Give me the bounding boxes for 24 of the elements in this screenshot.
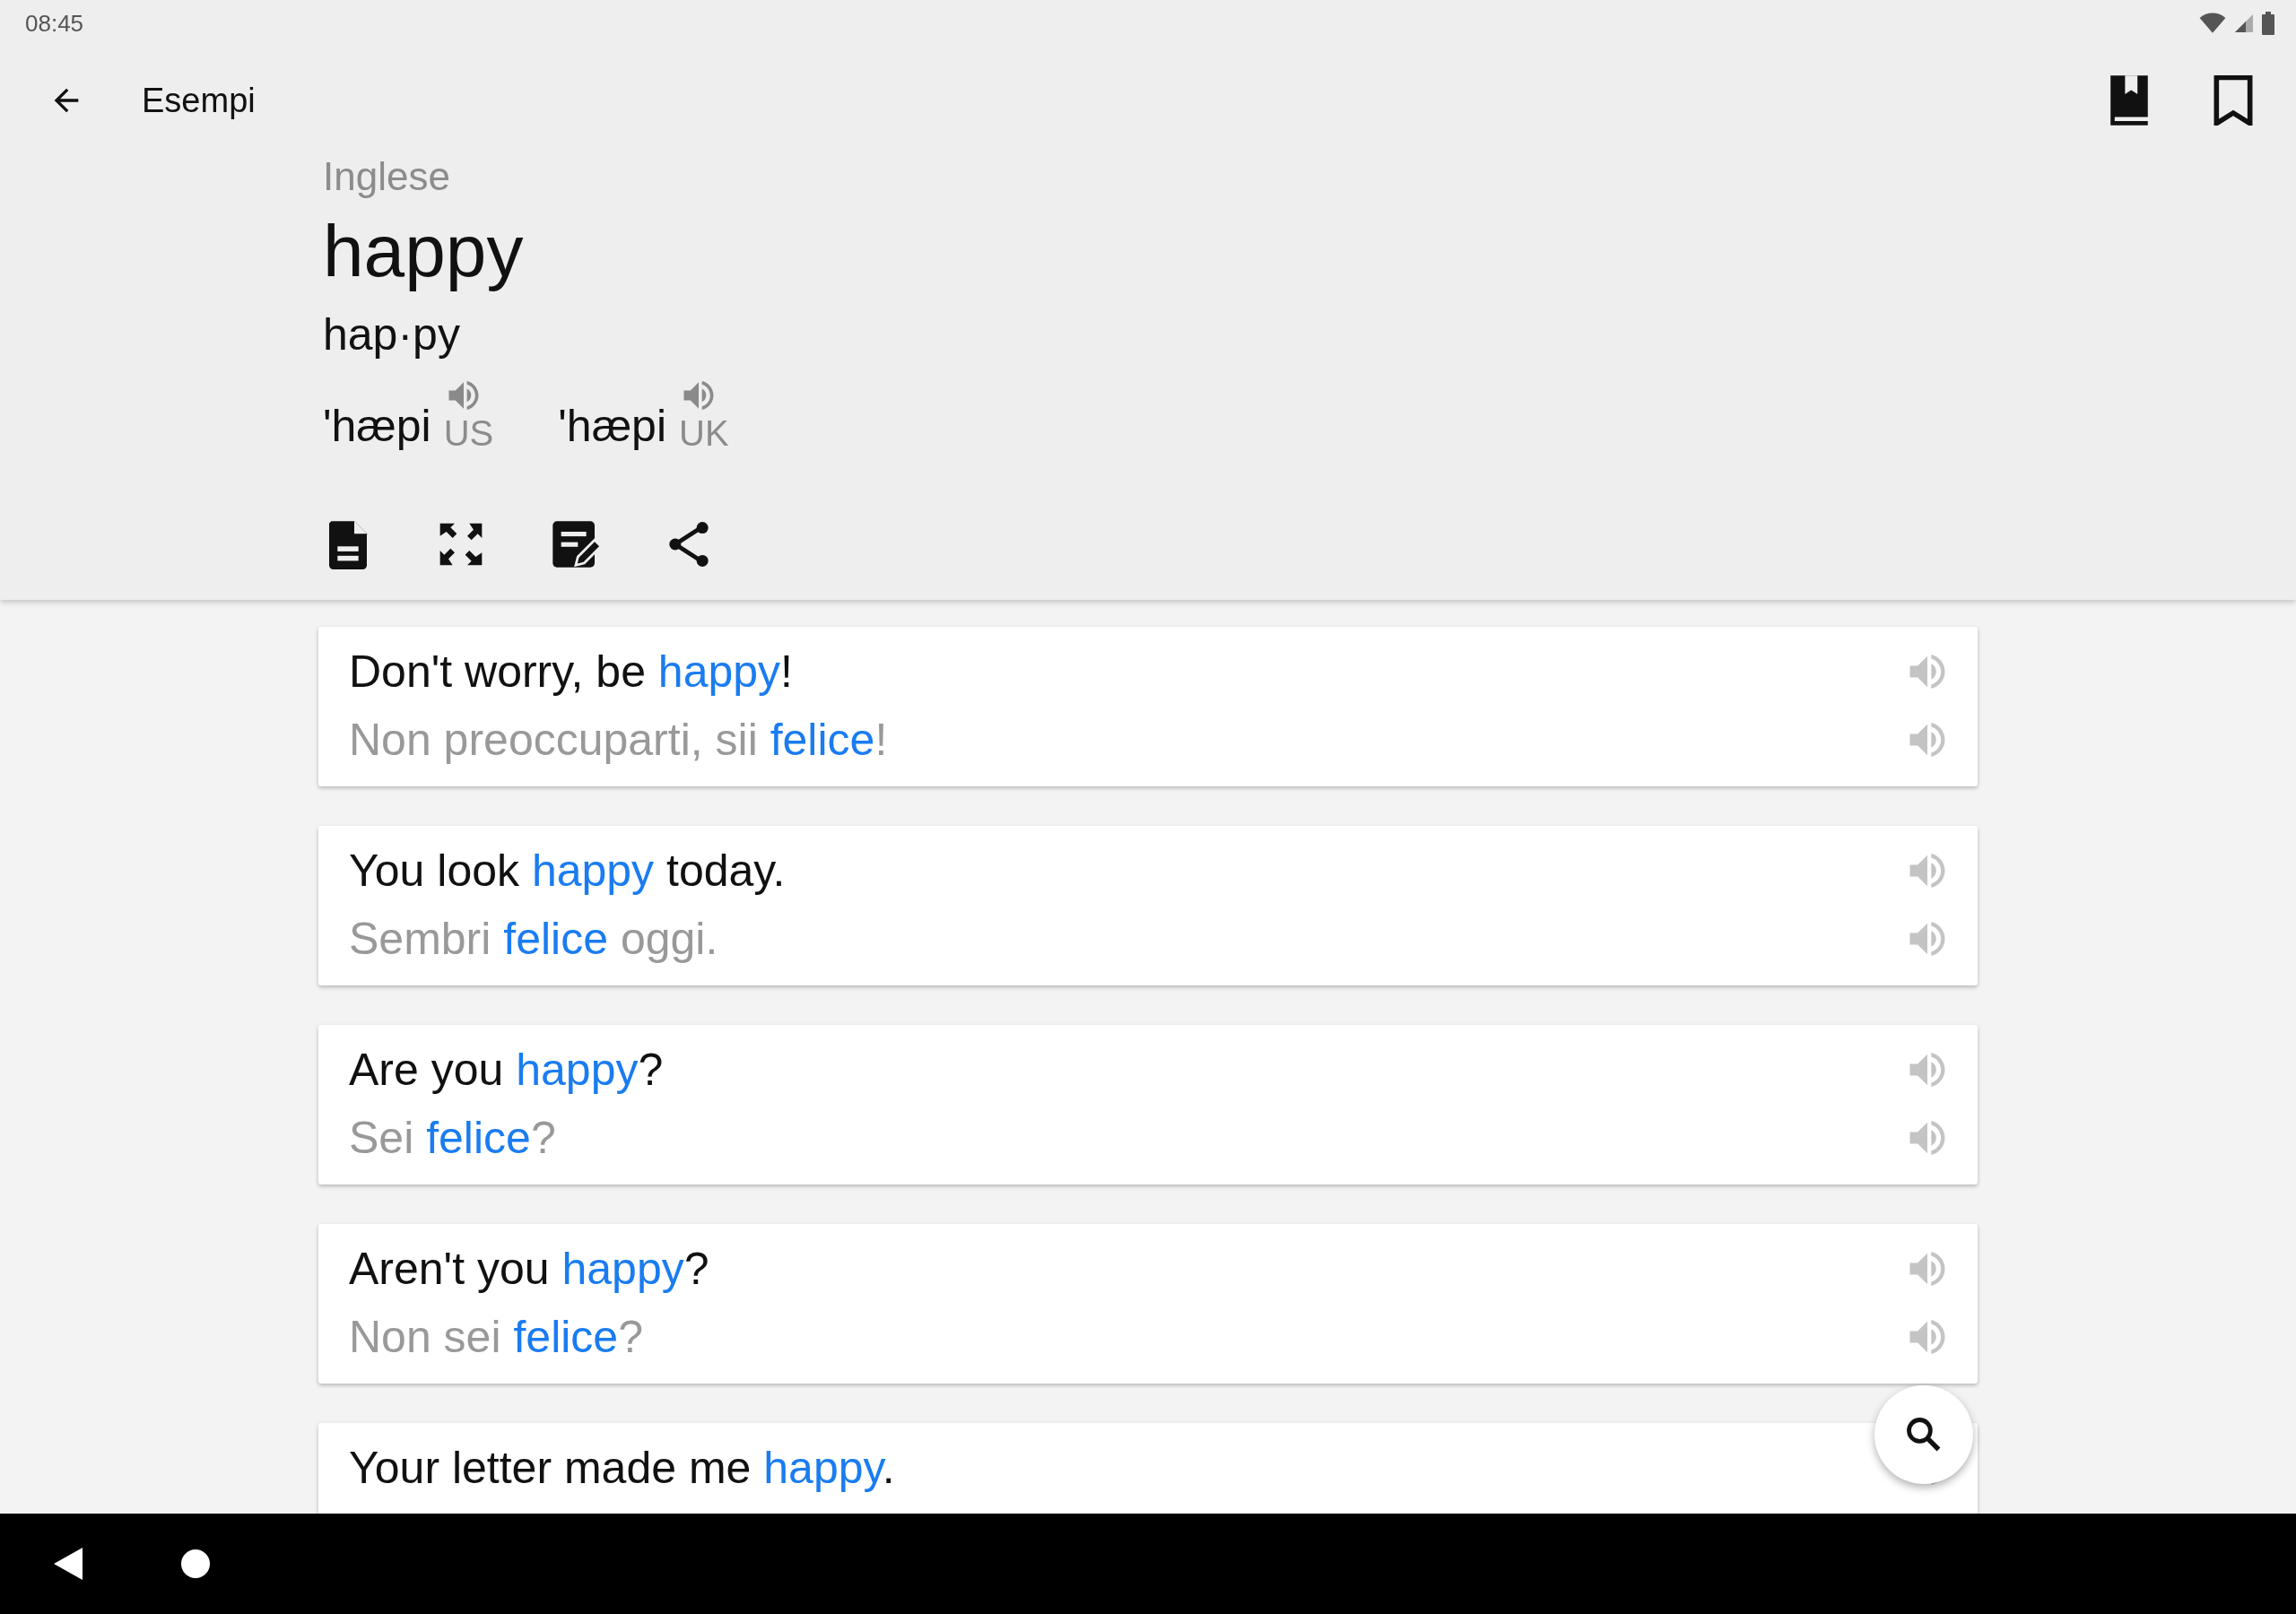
headword: happy	[323, 209, 525, 294]
example-translation: Sei felice?	[349, 1111, 556, 1165]
example-sentence: Don't worry, be happy!	[349, 645, 793, 699]
example-translation: Non preoccuparti, sii felice!	[349, 713, 888, 767]
battery-icon	[2262, 12, 2274, 35]
syllabification: hap·py	[323, 308, 461, 361]
example-translation: Sembri felice oggi.	[349, 912, 718, 966]
search-button[interactable]	[1874, 1385, 1973, 1484]
example-sentence: Your letter made me happy.	[349, 1441, 895, 1495]
status-time: 08:45	[25, 9, 84, 38]
signal-icon	[2233, 13, 2255, 34]
phonetic-transcription: 'hæpi	[558, 401, 667, 451]
example-translation: Non sei felice?	[349, 1310, 643, 1364]
region-label: UK	[679, 414, 729, 451]
example-sentence: Are you happy?	[349, 1043, 664, 1097]
home-nav-button[interactable]	[181, 1549, 210, 1578]
example-sentence: Aren't you happy?	[349, 1242, 709, 1296]
region-label: US	[443, 414, 494, 451]
language-label: Inglese	[323, 153, 451, 200]
wifi-icon	[2199, 13, 2226, 34]
phonetic-transcription: 'hæpi	[323, 401, 431, 451]
back-nav-button[interactable]	[54, 1548, 83, 1580]
example-sentence: You look happy today.	[349, 844, 786, 898]
screen-title: Esempi	[142, 81, 257, 120]
